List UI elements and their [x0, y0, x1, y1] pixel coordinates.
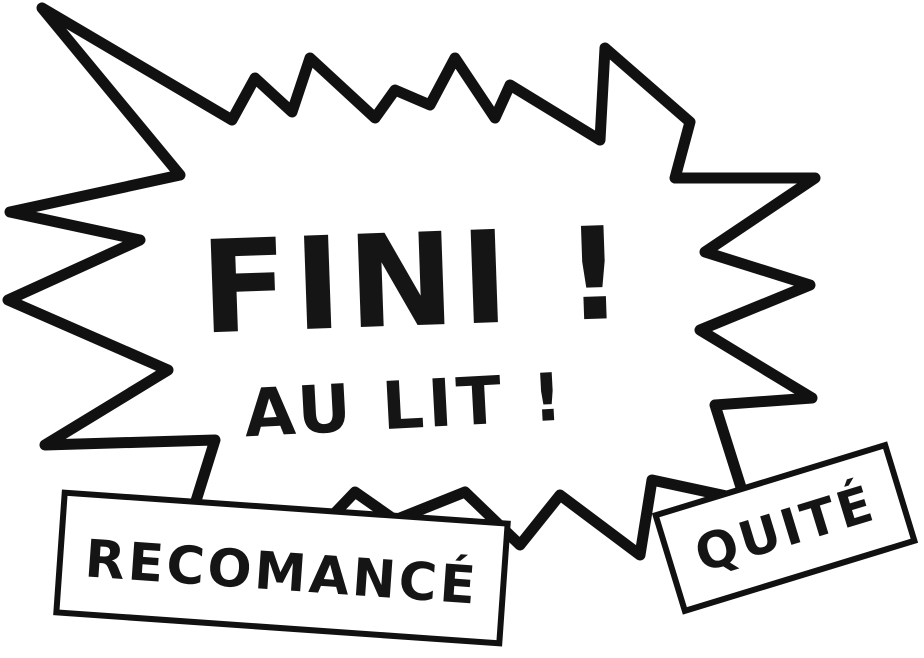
title-fini: FINI !: [198, 200, 632, 364]
game-over-screen: FINI ! AU LIT ! RECOMANCÉ QUITÉ: [2, 2, 919, 647]
title-group: FINI ! AU LIT !: [198, 200, 632, 453]
restart-button[interactable]: RECOMANCÉ: [53, 489, 511, 647]
